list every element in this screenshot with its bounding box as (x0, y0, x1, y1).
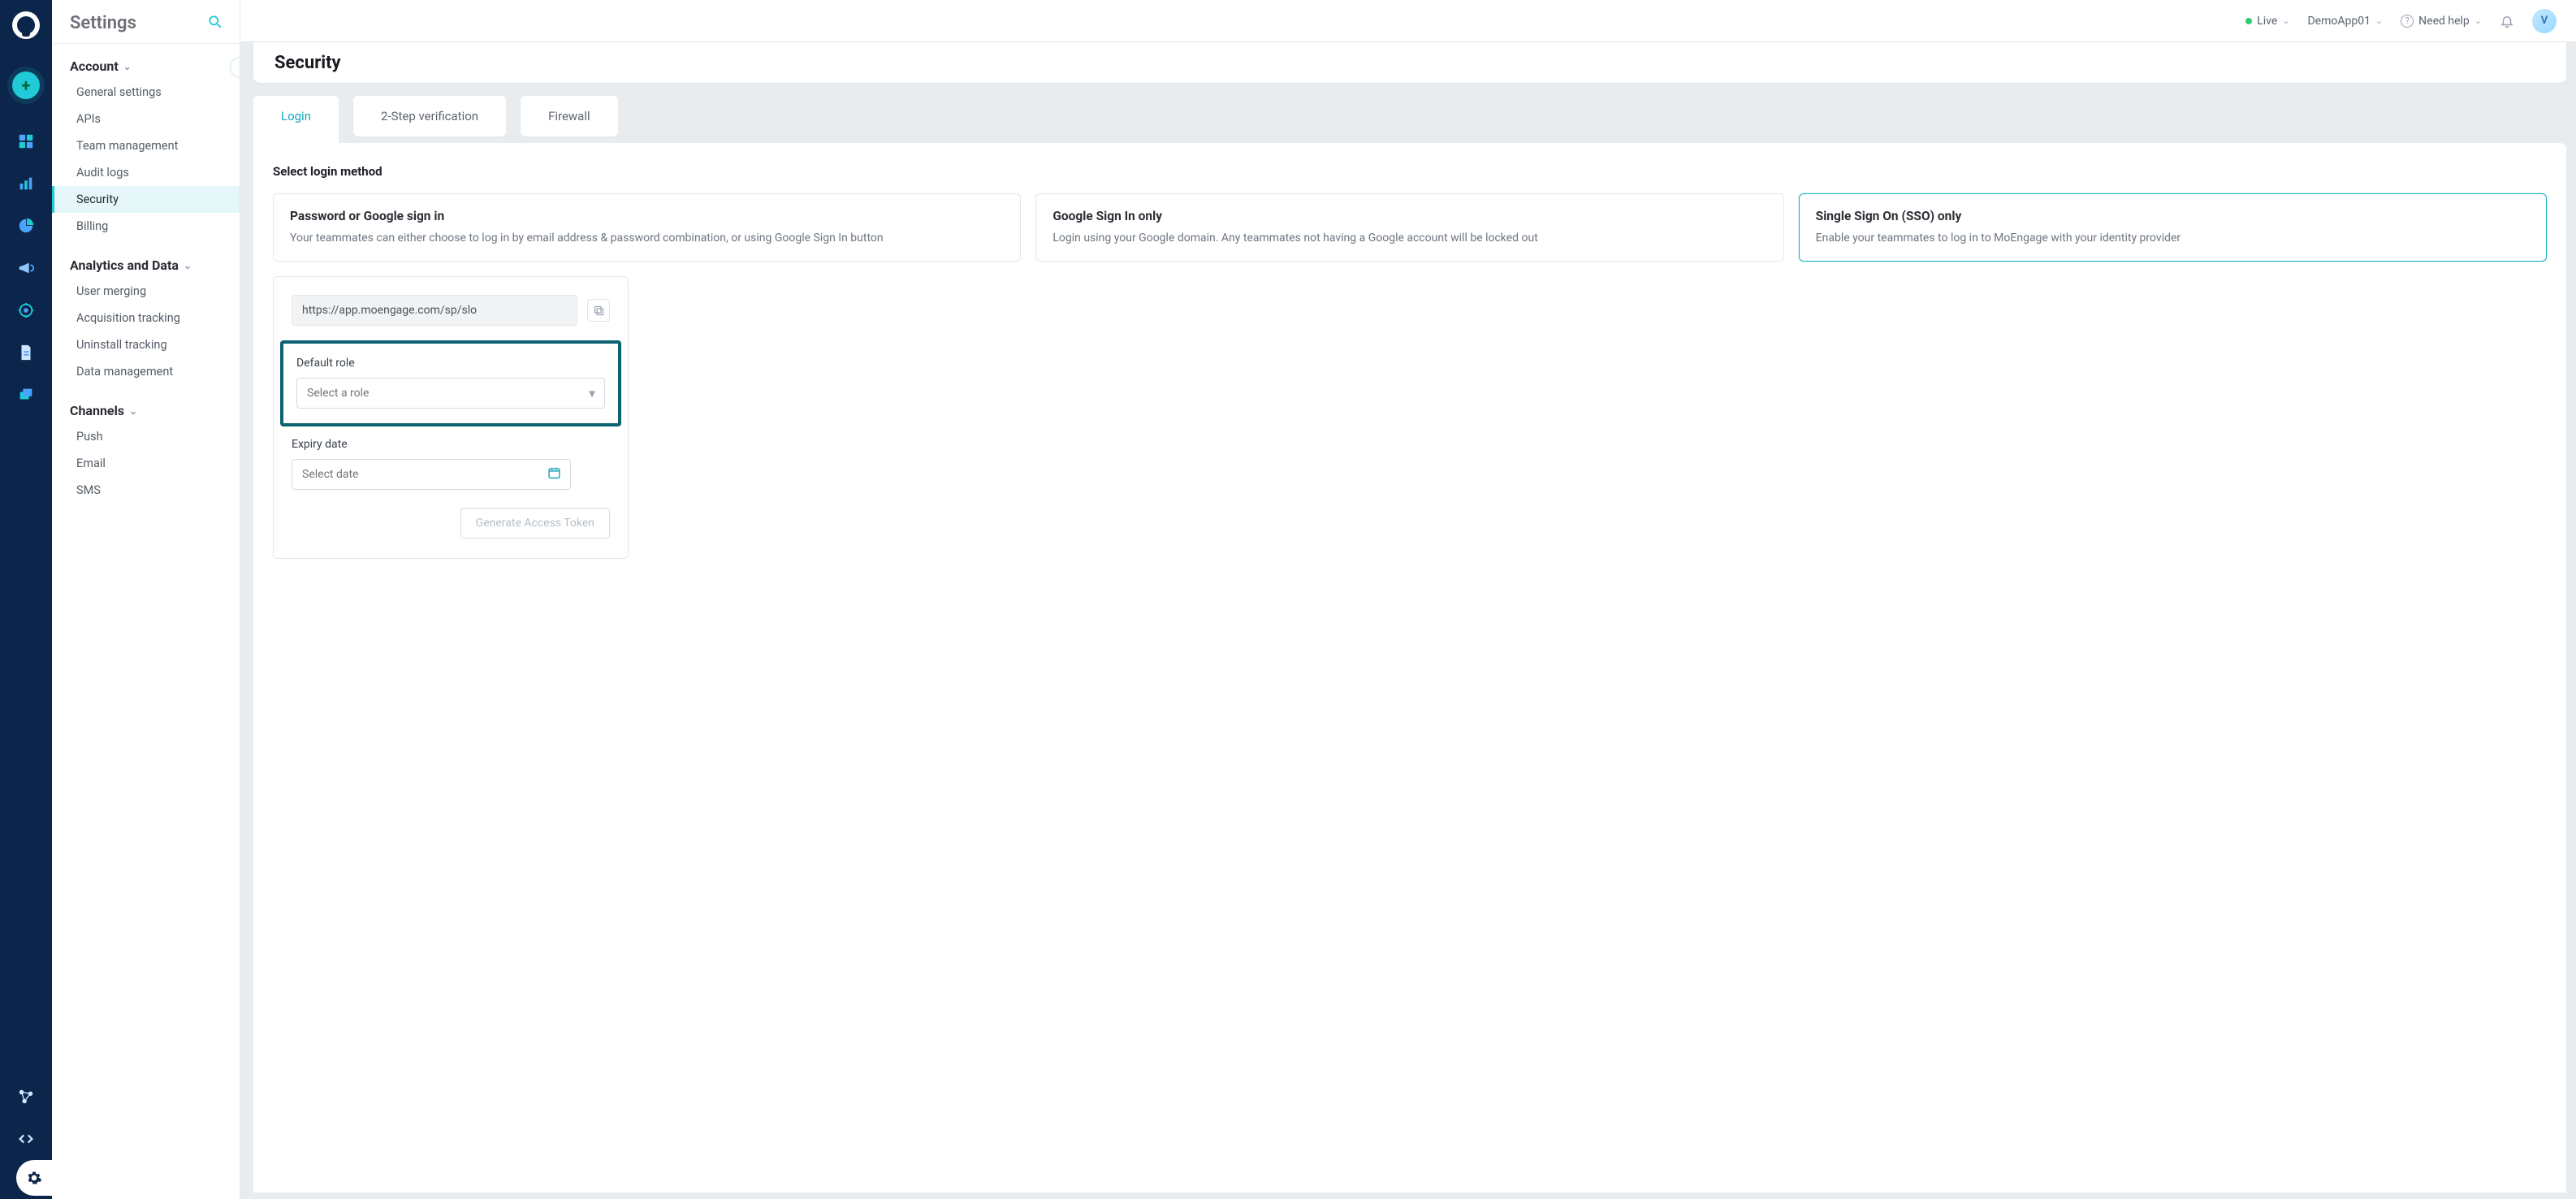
sidebar-item-uninstall-tracking[interactable]: Uninstall tracking (52, 331, 240, 358)
top-bar: Live⌄ DemoApp01⌄ ? Need help⌄ V (240, 0, 2576, 42)
layers-icon[interactable] (16, 385, 36, 405)
chevron-down-icon: ⌄ (123, 61, 132, 72)
tabs-bar: Login 2-Step verification Firewall (253, 96, 618, 136)
default-role-select[interactable]: ▾ (296, 378, 605, 409)
sidebar-item-email[interactable]: Email (52, 450, 240, 477)
status-dot-icon (2245, 18, 2252, 24)
section-label: Select login method (273, 164, 2547, 179)
login-option-google-only[interactable]: Google Sign In only Login using your Goo… (1035, 193, 1783, 262)
sidebar-group-account[interactable]: Account⌄ (52, 58, 240, 79)
sidebar-item-general-settings[interactable]: General settings (52, 79, 240, 106)
document-icon[interactable] (16, 343, 36, 362)
page-title: Security (274, 53, 341, 73)
tab-2step[interactable]: 2-Step verification (353, 96, 506, 136)
sidebar-item-push[interactable]: Push (52, 423, 240, 450)
login-method-options: Password or Google sign in Your teammate… (273, 193, 2547, 262)
page-header: Security (253, 42, 2566, 83)
sso-config-panel: Default role ▾ Expiry date Generate Acce… (273, 276, 629, 559)
option-title: Google Sign In only (1052, 209, 1766, 223)
sidebar-item-billing[interactable]: Billing (52, 213, 240, 240)
chevron-down-icon: ⌄ (2282, 15, 2289, 26)
sidebar-item-audit-logs[interactable]: Audit logs (52, 159, 240, 186)
settings-title: Settings (70, 13, 136, 33)
option-desc: Login using your Google domain. Any team… (1052, 230, 1766, 246)
app-selector[interactable]: DemoApp01⌄ (2307, 15, 2383, 28)
sidebar-item-user-merging[interactable]: User merging (52, 278, 240, 305)
integrations-icon[interactable] (16, 1087, 36, 1106)
search-icon[interactable] (207, 14, 223, 33)
icon-rail: + (0, 0, 52, 1199)
login-option-sso[interactable]: Single Sign On (SSO) only Enable your te… (1799, 193, 2547, 262)
main-content: Select login method Password or Google s… (253, 143, 2566, 1193)
default-role-highlight: Default role ▾ (280, 340, 621, 426)
sidebar-item-apis[interactable]: APIs (52, 106, 240, 132)
sidebar-item-sms[interactable]: SMS (52, 477, 240, 504)
settings-icon[interactable] (16, 1160, 52, 1196)
chevron-down-icon: ⌄ (184, 260, 192, 271)
sidebar-group-channels[interactable]: Channels⌄ (52, 403, 240, 423)
option-desc: Enable your teammates to log in to MoEng… (1816, 230, 2530, 246)
login-option-password-google[interactable]: Password or Google sign in Your teammate… (273, 193, 1021, 262)
chevron-down-icon: ⌄ (129, 405, 137, 417)
sidebar-item-security[interactable]: Security (52, 186, 240, 213)
code-icon[interactable] (16, 1129, 36, 1149)
sidebar-item-acquisition-tracking[interactable]: Acquisition tracking (52, 305, 240, 331)
sidebar-group-analytics[interactable]: Analytics and Data⌄ (52, 258, 240, 278)
pie-chart-icon[interactable] (16, 216, 36, 236)
calendar-icon (547, 466, 561, 483)
help-icon: ? (2401, 15, 2414, 28)
analytics-bar-icon[interactable] (16, 174, 36, 193)
option-title: Password or Google sign in (290, 209, 1004, 223)
settings-sidebar: Settings ‹ Account⌄ General settings API… (52, 0, 240, 1199)
tab-firewall[interactable]: Firewall (521, 96, 618, 136)
create-new-button[interactable]: + (12, 71, 40, 99)
tab-login[interactable]: Login (253, 96, 339, 146)
chevron-down-icon: ⌄ (2375, 15, 2383, 26)
expiry-date-label: Expiry date (292, 438, 610, 451)
brand-logo-icon[interactable] (12, 11, 40, 39)
slo-url-input[interactable] (292, 295, 577, 326)
megaphone-icon[interactable] (16, 258, 36, 278)
notifications-icon[interactable] (2500, 14, 2514, 28)
option-desc: Your teammates can either choose to log … (290, 230, 1004, 246)
target-user-icon[interactable] (16, 301, 36, 320)
user-avatar[interactable]: V (2532, 9, 2557, 33)
chevron-down-icon: ⌄ (2474, 15, 2482, 26)
generate-token-button[interactable]: Generate Access Token (460, 508, 610, 539)
environment-selector[interactable]: Live⌄ (2245, 15, 2289, 28)
copy-icon[interactable] (587, 299, 610, 322)
help-menu[interactable]: ? Need help⌄ (2401, 15, 2482, 28)
sidebar-item-data-management[interactable]: Data management (52, 358, 240, 385)
expiry-date-input[interactable] (292, 459, 571, 490)
sidebar-item-team-management[interactable]: Team management (52, 132, 240, 159)
default-role-label: Default role (296, 357, 605, 370)
option-title: Single Sign On (SSO) only (1816, 209, 2530, 223)
dashboard-icon[interactable] (16, 132, 36, 151)
